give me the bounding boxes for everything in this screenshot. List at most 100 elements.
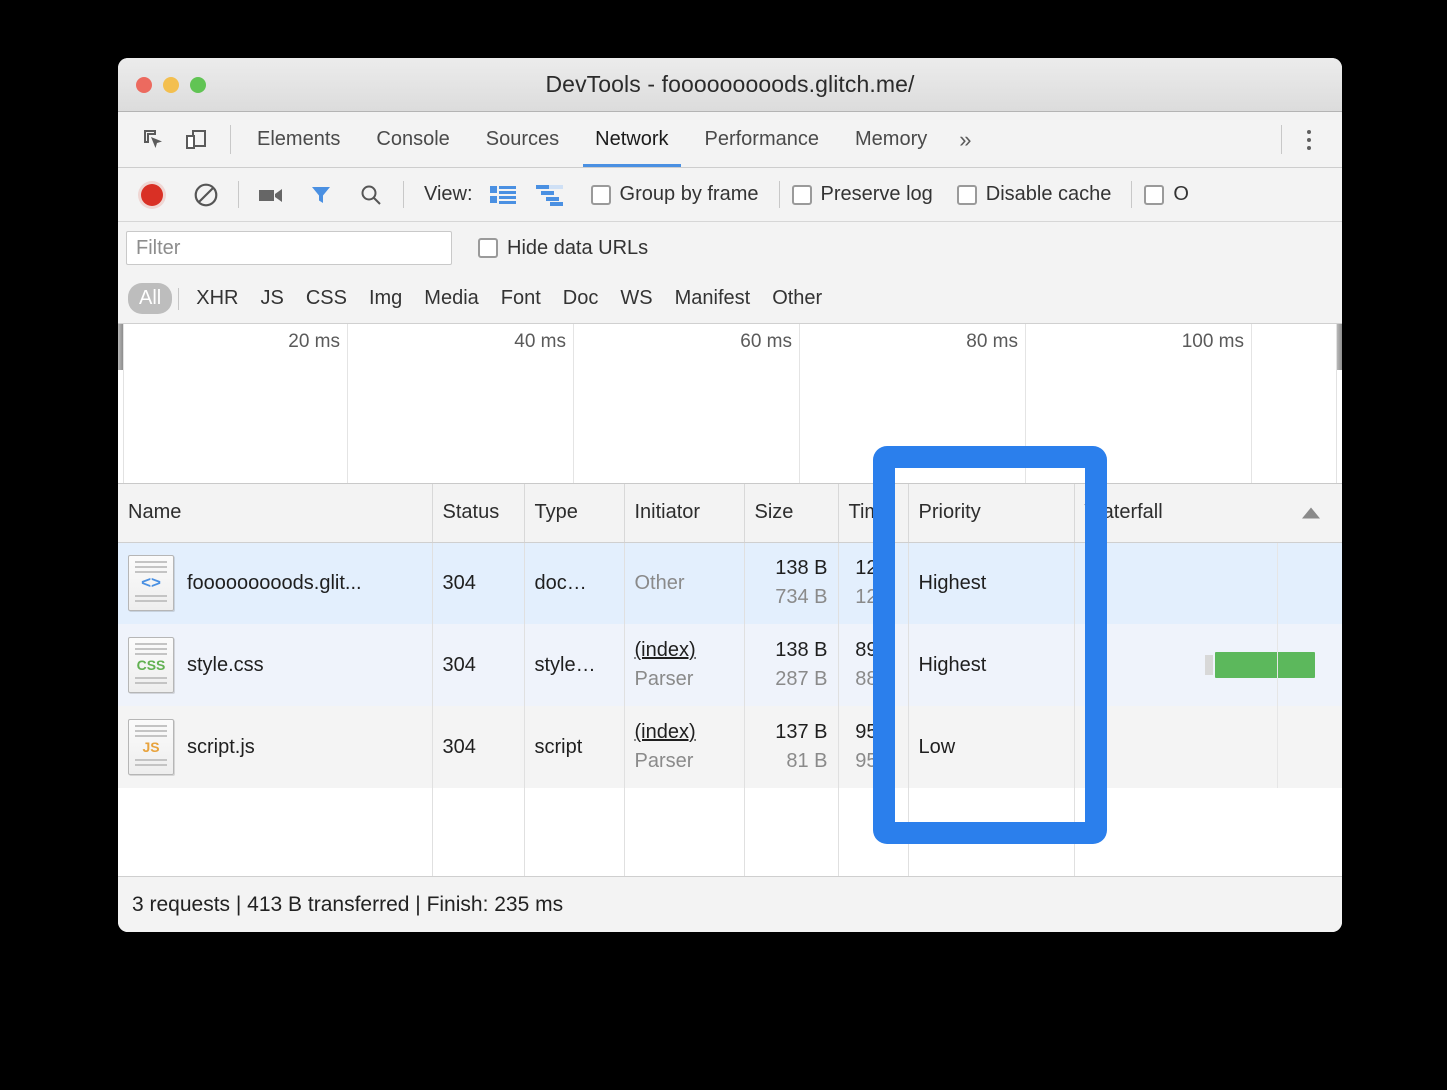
overview-tick-80ms: 80 ms <box>800 324 1026 483</box>
record-icon[interactable] <box>134 177 170 213</box>
overview-tick-label: 80 ms <box>966 331 1018 352</box>
cell-name[interactable]: JS script.js <box>118 706 433 788</box>
column-header-waterfall-label: Waterfall <box>1084 501 1163 524</box>
devtools-tabbar: Elements Console Sources Network Perform… <box>118 112 1342 168</box>
list-view-icon[interactable] <box>485 177 521 213</box>
view-label: View: <box>424 183 473 205</box>
chip-media[interactable]: Media <box>413 283 489 314</box>
initiator-kind: Parser <box>634 668 694 690</box>
column-header-status[interactable]: Status <box>432 484 525 543</box>
column-header-size[interactable]: Size <box>744 484 839 543</box>
tab-elements[interactable]: Elements <box>239 112 358 167</box>
filter-icon[interactable] <box>303 177 339 213</box>
overview-right-handle[interactable] <box>1337 324 1342 370</box>
cell-priority: Low <box>908 706 1075 788</box>
chip-ws[interactable]: WS <box>609 283 663 314</box>
column-header-waterfall[interactable]: Waterfall <box>1074 484 1342 543</box>
cell-initiator[interactable]: (index) Parser <box>624 624 745 706</box>
cell-status: 304 <box>432 706 525 788</box>
disable-cache-checkbox-box[interactable] <box>956 184 977 205</box>
screenshot-root: DevTools - fooooooooods.glitch.me/ Eleme… <box>0 0 1447 1090</box>
filter-input[interactable] <box>126 231 452 265</box>
table-row[interactable]: JS script.js 304 script (index) Parser 1… <box>118 706 1342 788</box>
more-tabs-chevron-icon[interactable]: » <box>945 112 985 167</box>
tab-sources[interactable]: Sources <box>468 112 577 167</box>
chip-css[interactable]: CSS <box>295 283 358 314</box>
offline-checkbox[interactable]: O <box>1144 183 1189 206</box>
cell-time: 12… 12… <box>838 542 909 624</box>
cell-size: 137 B 81 B <box>744 706 839 788</box>
chip-other[interactable]: Other <box>761 283 833 314</box>
chip-all[interactable]: All <box>128 283 173 314</box>
toolbar-divider-4 <box>1131 181 1133 208</box>
column-header-priority[interactable]: Priority <box>908 484 1075 543</box>
empty-cell-waterfall <box>1074 788 1342 876</box>
time-total: 89… <box>855 639 898 661</box>
column-header-initiator[interactable]: Initiator <box>624 484 745 543</box>
toolbar-divider-1 <box>238 181 239 208</box>
cell-size: 138 B 734 B <box>744 542 839 624</box>
chip-xhr[interactable]: XHR <box>185 283 249 314</box>
time-total: 95… <box>855 721 898 743</box>
tab-memory[interactable]: Memory <box>837 112 945 167</box>
cell-initiator[interactable]: (index) Parser <box>624 706 745 788</box>
chip-js[interactable]: JS <box>249 283 294 314</box>
tab-console[interactable]: Console <box>358 112 467 167</box>
cell-waterfall <box>1074 706 1342 788</box>
column-header-time[interactable]: Time <box>838 484 909 543</box>
cell-name[interactable]: CSS style.css <box>118 624 433 706</box>
tab-performance[interactable]: Performance <box>687 112 838 167</box>
size-resource: 81 B <box>786 750 828 772</box>
camera-icon[interactable] <box>253 177 289 213</box>
waterfall-view-icon[interactable] <box>533 177 569 213</box>
overview-tick-60ms: 60 ms <box>574 324 800 483</box>
table-row[interactable]: CSS style.css 304 style… (index) Parser … <box>118 624 1342 706</box>
hide-data-urls-checkbox-box[interactable] <box>478 238 498 258</box>
document-file-icon: <> <box>128 555 174 612</box>
search-icon[interactable] <box>353 177 389 213</box>
table-row[interactable]: <> fooooooooods.glit... 304 doc… Other 1… <box>118 542 1342 624</box>
chip-manifest[interactable]: Manifest <box>664 283 762 314</box>
clear-icon[interactable] <box>188 177 224 213</box>
initiator-link[interactable]: (index) <box>635 721 734 744</box>
chip-font[interactable]: Font <box>490 283 552 314</box>
empty-cell-status <box>432 788 525 876</box>
group-by-frame-checkbox-box[interactable] <box>590 184 611 205</box>
tabbar-right-divider <box>1281 125 1282 154</box>
offline-checkbox-box[interactable] <box>1144 184 1165 205</box>
more-options-icon[interactable] <box>1290 121 1328 159</box>
empty-cell-type <box>524 788 625 876</box>
chip-doc[interactable]: Doc <box>552 283 610 314</box>
column-header-type[interactable]: Type <box>524 484 625 543</box>
waterfall-gridline <box>1276 542 1278 624</box>
empty-cell-initiator <box>624 788 745 876</box>
cell-type: style… <box>524 624 625 706</box>
preserve-log-checkbox[interactable]: Preserve log <box>791 183 933 206</box>
time-latency: 12… <box>855 586 898 609</box>
minimize-window-button[interactable] <box>163 76 179 93</box>
size-resource: 287 B <box>775 668 828 690</box>
cell-time: 89… 88… <box>838 624 909 706</box>
close-window-button[interactable] <box>136 76 152 93</box>
cell-name[interactable]: <> fooooooooods.glit... <box>118 542 433 624</box>
empty-cell-priority <box>908 788 1075 876</box>
traffic-light-buttons[interactable] <box>136 76 206 93</box>
overview-tick-100ms: 100 ms <box>1026 324 1252 483</box>
disable-cache-checkbox[interactable]: Disable cache <box>956 183 1111 206</box>
network-overview-timeline[interactable]: 20 ms 40 ms 60 ms 80 ms 100 ms <box>118 324 1342 484</box>
initiator-link[interactable]: (index) <box>635 639 734 662</box>
inspect-element-icon[interactable] <box>136 122 172 158</box>
sort-ascending-icon[interactable] <box>1302 507 1320 519</box>
column-header-name[interactable]: Name <box>118 484 433 543</box>
empty-cell-time <box>838 788 909 876</box>
tab-network[interactable]: Network <box>577 112 686 167</box>
file-icon-badge: JS <box>142 739 160 755</box>
empty-cell-size <box>744 788 839 876</box>
maximize-window-button[interactable] <box>190 76 206 93</box>
overview-tick-label: 60 ms <box>740 331 792 352</box>
preserve-log-checkbox-box[interactable] <box>791 184 812 205</box>
hide-data-urls-checkbox[interactable]: Hide data URLs <box>478 237 648 260</box>
chip-img[interactable]: Img <box>358 283 413 314</box>
group-by-frame-checkbox[interactable]: Group by frame <box>590 183 759 206</box>
device-toolbar-icon[interactable] <box>178 122 214 158</box>
